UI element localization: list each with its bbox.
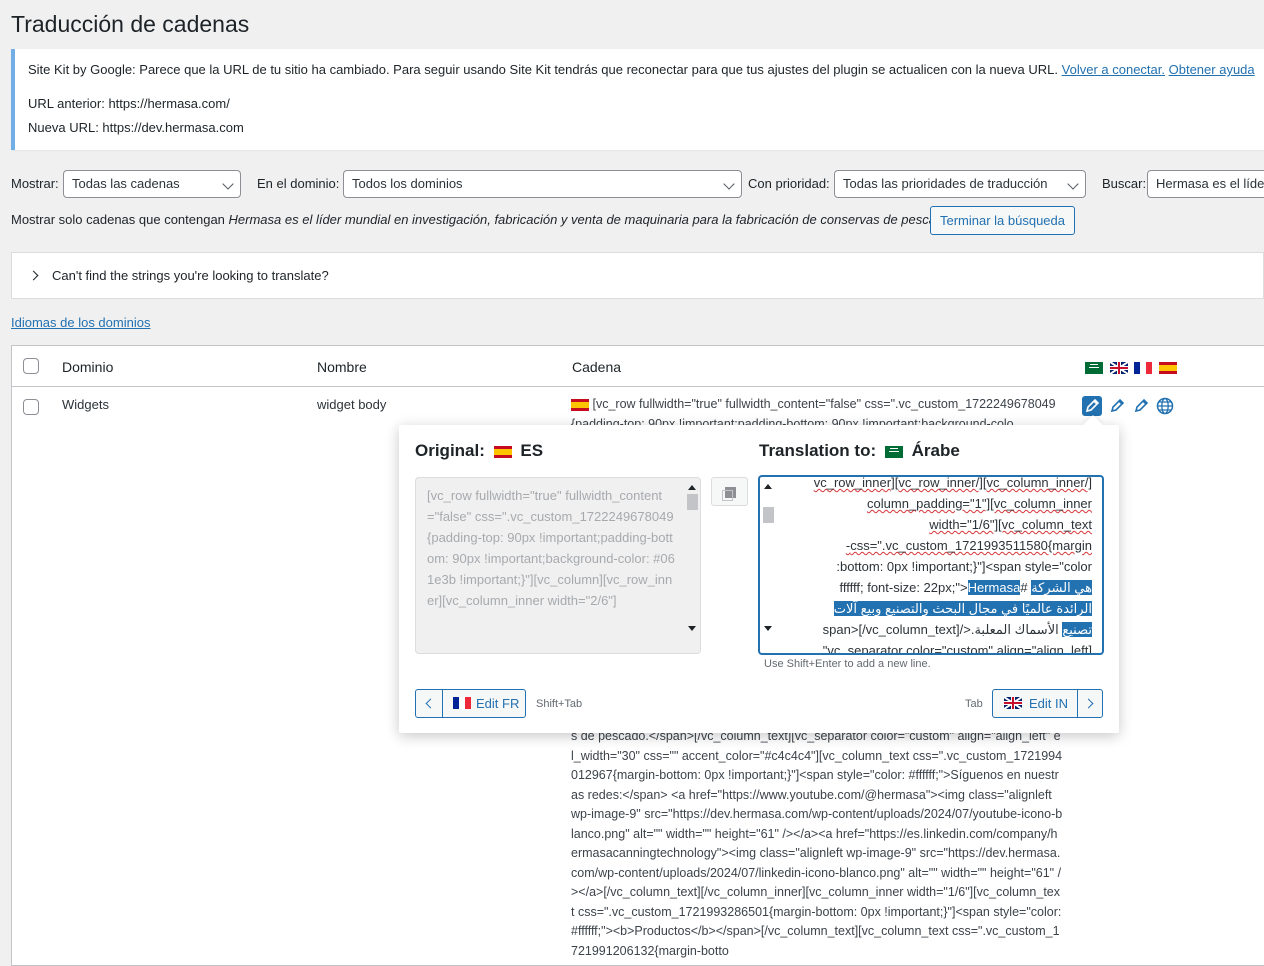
missing-strings-label: Can't find the strings you're looking to… [52, 268, 329, 283]
copy-original-button[interactable] [711, 477, 748, 506]
show-filter-select[interactable]: Todas las cadenas [63, 170, 241, 198]
original-text: [vc_row fullwidth="true" fullwidth_conte… [427, 488, 675, 608]
notice-text: Site Kit by Google: Parece que la URL de… [28, 62, 1059, 77]
reconnect-link[interactable]: Volver a conectar. [1062, 62, 1165, 77]
chevron-down-icon [723, 178, 735, 190]
end-search-button[interactable]: Terminar la búsqueda [930, 206, 1075, 235]
select-all-checkbox[interactable] [23, 358, 39, 374]
es-flag-icon [1158, 361, 1177, 374]
missing-strings-toggle[interactable]: Can't find the strings you're looking to… [11, 252, 1264, 299]
pencil-icon [1110, 398, 1125, 413]
priority-filter-value: Todas las prioridades de traducción [843, 176, 1048, 191]
old-url-text: URL anterior: https://hermasa.com/ [28, 96, 230, 111]
row-name: widget body [317, 397, 387, 412]
edit-ar-button[interactable] [1082, 396, 1102, 416]
edit-gb-button[interactable] [1107, 396, 1127, 416]
translation-scrollbar[interactable] [760, 477, 776, 653]
es-flag-icon [493, 445, 512, 458]
column-domain[interactable]: Dominio [62, 359, 113, 375]
help-link[interactable]: Obtener ayuda [1169, 62, 1255, 77]
language-flags [1085, 359, 1177, 374]
original-lang: ES [520, 441, 544, 460]
previous-shortcut: Shift+Tab [536, 698, 583, 710]
show-filter-value: Todas las cadenas [72, 176, 180, 191]
column-string[interactable]: Cadena [572, 359, 621, 375]
site-kit-notice: Site Kit by Google: Parece que la URL de… [11, 49, 1264, 150]
es-flag-icon [571, 398, 589, 411]
sa-flag-icon [884, 445, 903, 458]
pencil-icon [1085, 398, 1100, 413]
fr-flag-icon [453, 697, 471, 709]
next-shortcut: Tab [965, 698, 983, 710]
search-label: Buscar: [1102, 176, 1147, 191]
edit-previous-button[interactable]: Edit FR [415, 689, 526, 718]
domain-languages-link[interactable]: Idiomas de los dominios [11, 315, 150, 330]
row-string-bottom: s de pescado.</span>[/vc_column_text][vc… [571, 729, 1063, 958]
globe-icon [1156, 397, 1174, 415]
search-input[interactable]: Hermasa es el líder mundial en investiga… [1147, 170, 1264, 198]
pencil-icon [1134, 398, 1149, 413]
chevron-right-icon [1083, 698, 1094, 709]
row-checkbox[interactable] [23, 399, 39, 415]
show-filter-label: Mostrar: [11, 176, 59, 191]
edit-next-button[interactable]: Edit IN [992, 689, 1103, 718]
translations-globe-button[interactable] [1155, 396, 1175, 416]
domain-filter-value: Todos los dominios [352, 176, 463, 191]
new-url-text: Nueva URL: https://dev.hermasa.com [28, 120, 244, 135]
translation-heading: Translation to: Árabe [759, 441, 960, 461]
column-name[interactable]: Nombre [317, 359, 367, 375]
priority-filter-select[interactable]: Todas las prioridades de traducción [834, 170, 1086, 198]
translation-lang: Árabe [911, 441, 960, 460]
newline-hint: Use Shift+Enter to add a new line. [764, 658, 931, 670]
search-summary: Mostrar solo cadenas que contengan Herma… [11, 212, 950, 227]
chevron-left-icon [425, 698, 436, 709]
search-summary-prefix: Mostrar solo cadenas que contengan [11, 212, 229, 227]
original-scrollbar[interactable] [684, 478, 700, 653]
page-title: Traducción de cadenas [11, 11, 250, 37]
domain-filter-select[interactable]: Todos los dominios [343, 170, 742, 198]
original-label: Original: [415, 441, 485, 460]
translation-text: [/vc_column_inner][/vc_row_inner][vc_row… [813, 476, 1092, 654]
sa-flag-icon [1085, 361, 1103, 374]
edit-previous-label: Edit FR [476, 696, 520, 711]
translation-label: Translation to: [759, 441, 877, 460]
search-summary-term: Hermasa es el líder mundial en investiga… [228, 212, 951, 227]
fr-flag-icon [1134, 361, 1153, 374]
translation-editor-popover: Original: ES Translation to: Árabe [vc_r… [399, 415, 1119, 733]
translation-textarea[interactable]: [/vc_column_inner][/vc_row_inner][vc_row… [759, 476, 1103, 654]
chevron-right-icon [28, 270, 39, 281]
chevron-down-icon [1067, 178, 1079, 190]
original-heading: Original: ES [415, 441, 543, 461]
row-domain: Widgets [62, 397, 109, 412]
priority-filter-label: Con prioridad: [748, 176, 830, 191]
domain-filter-label: En el dominio: [257, 176, 340, 191]
table-header: Dominio Nombre Cadena [12, 346, 1264, 387]
edit-fr-button[interactable] [1131, 396, 1151, 416]
edit-next-label: Edit IN [1029, 696, 1069, 711]
notice-message: Site Kit by Google: Parece que la URL de… [28, 62, 1255, 77]
chevron-down-icon [222, 178, 234, 190]
gb-flag-icon [1004, 697, 1022, 709]
gb-flag-icon [1109, 361, 1128, 374]
original-textarea[interactable]: [vc_row fullwidth="true" fullwidth_conte… [415, 477, 701, 654]
